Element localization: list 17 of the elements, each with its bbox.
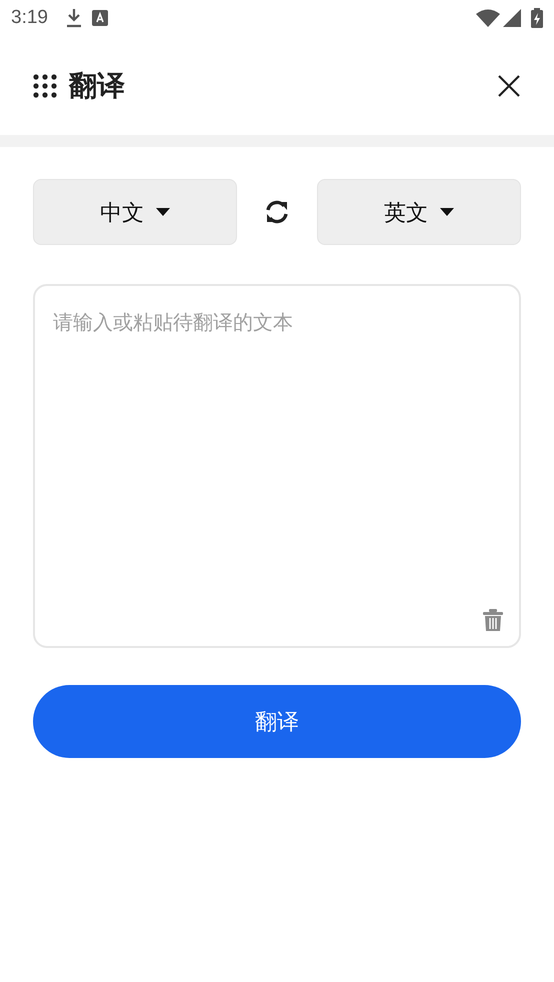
status-time: 3:19	[11, 6, 48, 30]
grid-menu-icon[interactable]	[33, 74, 57, 98]
trash-icon[interactable]	[483, 609, 503, 631]
page-title: 翻译	[69, 68, 125, 102]
caret-icon	[440, 208, 454, 216]
text-input-field[interactable]: 请输入或粘贴待翻译的文本	[33, 284, 521, 648]
caret-icon	[156, 208, 170, 216]
source-language-dropdown[interactable]: 中文	[33, 179, 237, 245]
battery-icon	[531, 8, 543, 28]
signal-icon	[503, 9, 521, 27]
swap-icon[interactable]	[264, 199, 290, 225]
target-language-dropdown[interactable]: 英文	[317, 179, 521, 245]
download-icon	[66, 8, 82, 28]
close-icon[interactable]	[498, 74, 520, 96]
app-notification-icon	[92, 10, 108, 26]
wifi-icon	[476, 9, 500, 27]
translate-button[interactable]: 翻译	[33, 685, 521, 758]
